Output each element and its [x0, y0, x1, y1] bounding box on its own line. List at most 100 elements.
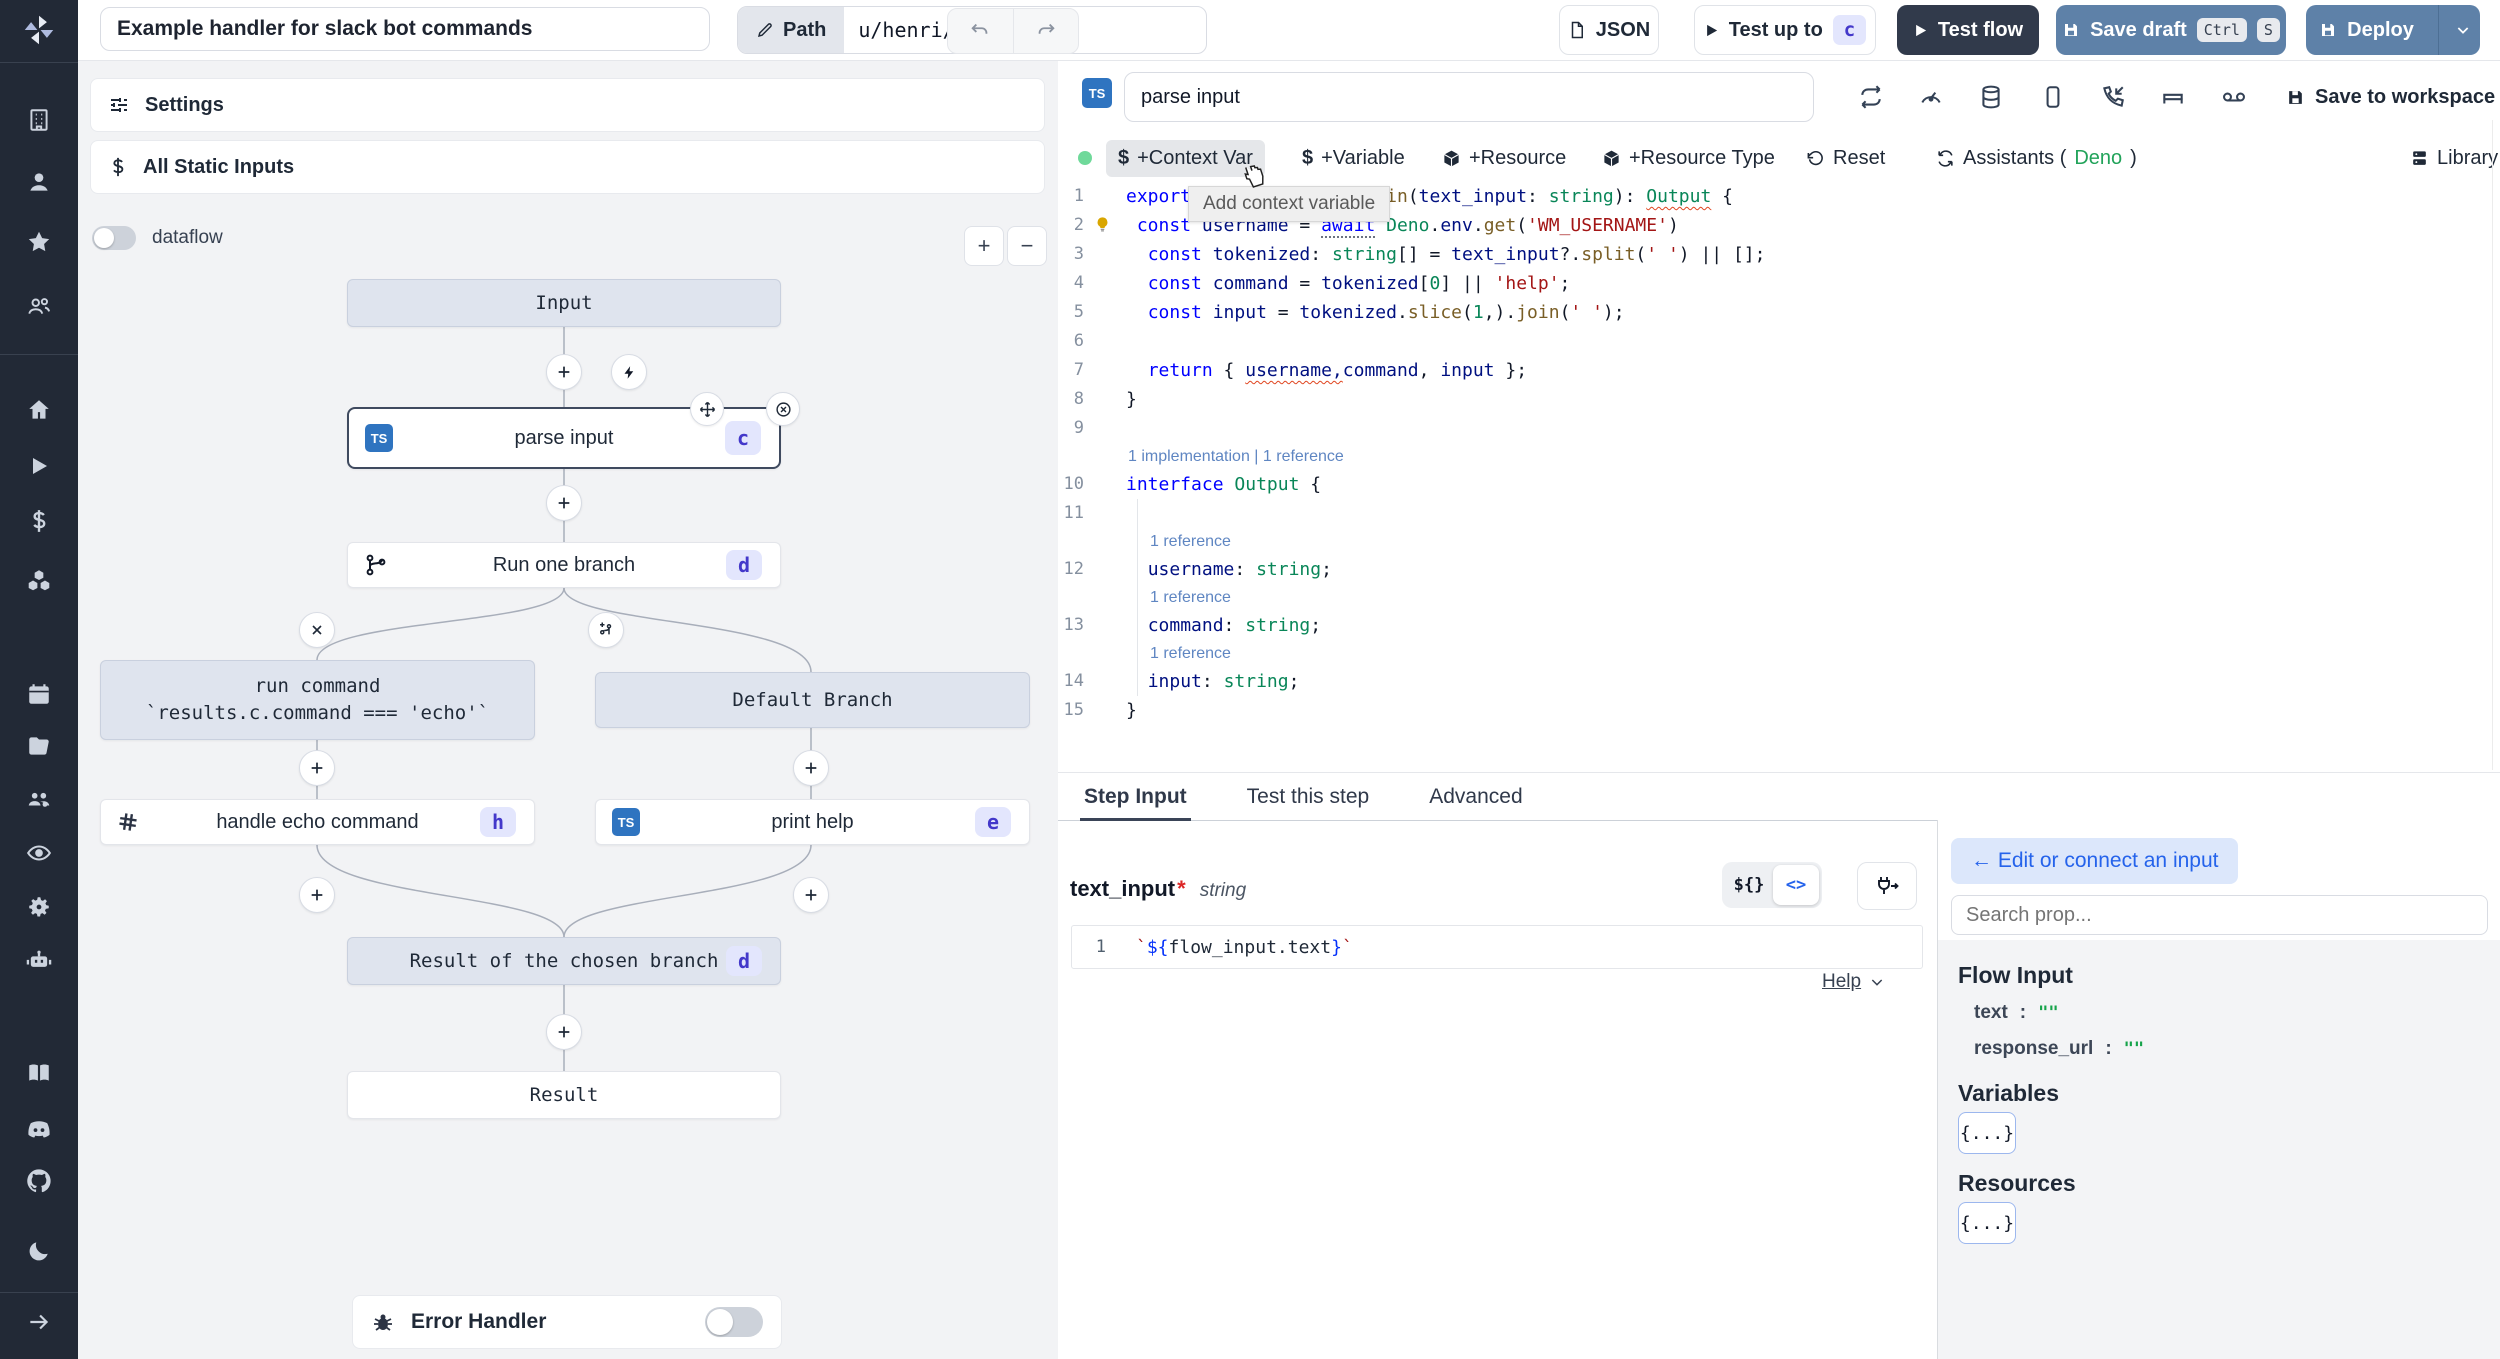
add-step-button[interactable]	[546, 485, 582, 521]
mobile-icon[interactable]	[2040, 84, 2066, 110]
repeat-icon[interactable]	[1858, 84, 1884, 110]
input-expression-editor[interactable]: 1 `${flow_input.text}`	[1071, 925, 1923, 969]
test-up-to-button[interactable]: Test up to c	[1694, 5, 1876, 55]
save-to-workspace-button[interactable]: Save to workspace	[2286, 86, 2495, 109]
user-icon[interactable]	[26, 169, 52, 195]
reset-button[interactable]: Reset	[1794, 140, 1897, 177]
flow-node-run-command-branch[interactable]: run command `results.c.command === 'echo…	[100, 660, 535, 740]
code-editor[interactable]: 1export async function main(text_input: …	[1058, 182, 2488, 725]
dark-mode-moon-icon[interactable]	[26, 1238, 52, 1264]
voicemail-icon[interactable]	[2220, 84, 2248, 110]
groups-icon[interactable]	[26, 293, 52, 319]
flow-node-result[interactable]: Result	[347, 1071, 781, 1119]
code-line: 14 input: string;	[1058, 667, 2488, 696]
remove-branch-button[interactable]	[299, 612, 335, 648]
library-button[interactable]: Library	[2398, 140, 2500, 177]
input-mode-toggle[interactable]: ${} <>	[1722, 862, 1822, 908]
move-step-button[interactable]	[690, 392, 724, 426]
favorites-star-icon[interactable]	[26, 229, 52, 255]
add-branch-button[interactable]	[588, 612, 624, 648]
workers-robot-icon[interactable]	[25, 947, 53, 975]
windmill-logo-icon[interactable]	[20, 11, 58, 49]
kbd-s: S	[2256, 18, 2280, 42]
add-step-button[interactable]	[546, 354, 582, 390]
deploy-dropdown-button[interactable]	[2437, 5, 2487, 55]
database-icon[interactable]	[1978, 84, 2004, 110]
connect-input-button[interactable]	[1857, 862, 1917, 910]
gauge-icon[interactable]	[1918, 84, 1944, 110]
add-resource-type-button[interactable]: +Resource Type	[1590, 140, 1787, 177]
step-id-badge: d	[725, 946, 762, 976]
redo-button[interactable]	[1014, 9, 1079, 53]
save-draft-button[interactable]: Save draft Ctrl S	[2056, 5, 2286, 55]
add-step-button[interactable]	[546, 1014, 582, 1050]
audit-eye-icon[interactable]	[26, 840, 52, 866]
flow-node-print-help[interactable]: TS print help e	[595, 799, 1030, 845]
deploy-main[interactable]: Deploy	[2299, 5, 2428, 55]
runs-play-icon[interactable]	[27, 454, 51, 478]
prop-row-response-url[interactable]: response_url : ""	[1974, 1038, 2144, 1060]
error-handler-bar[interactable]: Error Handler	[352, 1295, 782, 1349]
tab-step-input[interactable]: Step Input	[1080, 773, 1191, 821]
folders-icon[interactable]	[26, 733, 52, 759]
add-variable-button[interactable]: $ +Variable	[1290, 140, 1417, 177]
code-line: 5 const input = tokenized.slice(1,).join…	[1058, 298, 2488, 327]
flow-node-run-one-branch[interactable]: Run one branch d	[347, 542, 781, 588]
discord-icon[interactable]	[25, 1115, 53, 1143]
variables-dollar-icon[interactable]	[26, 508, 52, 534]
add-step-button[interactable]	[793, 750, 829, 786]
tab-test-this-step[interactable]: Test this step	[1247, 773, 1370, 820]
workspace-building-icon[interactable]	[26, 107, 52, 133]
codelens-row[interactable]: 1 reference	[1058, 640, 2488, 667]
code-line: 15}	[1058, 696, 2488, 725]
resources-expand-button[interactable]: {...}	[1958, 1202, 2016, 1244]
settings-gear-icon[interactable]	[26, 894, 52, 920]
prop-row-text[interactable]: text : ""	[1974, 1002, 2059, 1024]
tab-advanced[interactable]: Advanced	[1429, 773, 1522, 820]
static-json-mode[interactable]: ${}	[1725, 875, 1773, 895]
lightbulb-icon[interactable]	[1094, 216, 1111, 233]
editor-scrollbar[interactable]	[2492, 120, 2493, 770]
workers-group-icon[interactable]	[26, 786, 52, 812]
deploy-button[interactable]: Deploy	[2306, 5, 2480, 55]
add-step-button[interactable]	[793, 877, 829, 913]
assistants-button[interactable]: Assistants (Deno)	[1924, 140, 2149, 177]
add-resource-button[interactable]: +Resource	[1430, 140, 1578, 177]
json-button[interactable]: JSON	[1559, 5, 1659, 55]
bench-icon[interactable]	[2160, 84, 2186, 110]
expand-arrow-icon[interactable]	[26, 1309, 52, 1335]
path-label[interactable]: Path	[738, 7, 845, 53]
assistants-language: Deno	[2074, 146, 2123, 169]
flow-title-input[interactable]	[100, 7, 710, 51]
expr-code-mode[interactable]: <>	[1773, 865, 1819, 905]
docs-book-icon[interactable]	[26, 1060, 52, 1086]
trigger-bolt-button[interactable]	[611, 354, 647, 390]
undo-button[interactable]	[948, 9, 1014, 53]
codelens-row[interactable]: 1 reference	[1058, 584, 2488, 611]
home-icon[interactable]	[26, 397, 52, 423]
edit-or-connect-button[interactable]: ← Edit or connect an input	[1951, 838, 2239, 884]
prop-colon: :	[2019, 1002, 2027, 1023]
prop-search-input[interactable]	[1951, 895, 2488, 935]
schedules-calendar-icon[interactable]	[26, 681, 52, 707]
sidebar-divider	[0, 1292, 78, 1293]
variables-expand-button[interactable]: {...}	[1958, 1112, 2016, 1154]
help-link[interactable]: Help	[1822, 971, 1885, 993]
error-handler-toggle[interactable]	[705, 1307, 763, 1337]
add-step-button[interactable]	[299, 877, 335, 913]
delete-step-button[interactable]	[766, 392, 800, 426]
flow-node-input[interactable]: Input	[347, 279, 781, 327]
add-step-button[interactable]	[299, 750, 335, 786]
flow-node-branch-result[interactable]: Result of the chosen branch d	[347, 937, 781, 985]
resources-boxes-icon[interactable]	[26, 567, 52, 593]
codelens-row[interactable]: 1 reference	[1058, 528, 2488, 555]
step-name-input[interactable]	[1124, 72, 1814, 122]
flow-node-parse-input[interactable]: TS parse input c	[347, 392, 800, 469]
test-flow-button[interactable]: Test flow	[1897, 5, 2039, 55]
expr-code[interactable]: `${flow_input.text}`	[1136, 937, 1353, 958]
github-icon[interactable]	[25, 1167, 53, 1195]
flow-node-default-branch[interactable]: Default Branch	[595, 672, 1030, 728]
flow-node-handle-echo-command[interactable]: handle echo command h	[100, 799, 535, 845]
phone-incoming-icon[interactable]	[2100, 84, 2126, 110]
codelens-row[interactable]: 1 implementation | 1 reference	[1058, 443, 2488, 470]
